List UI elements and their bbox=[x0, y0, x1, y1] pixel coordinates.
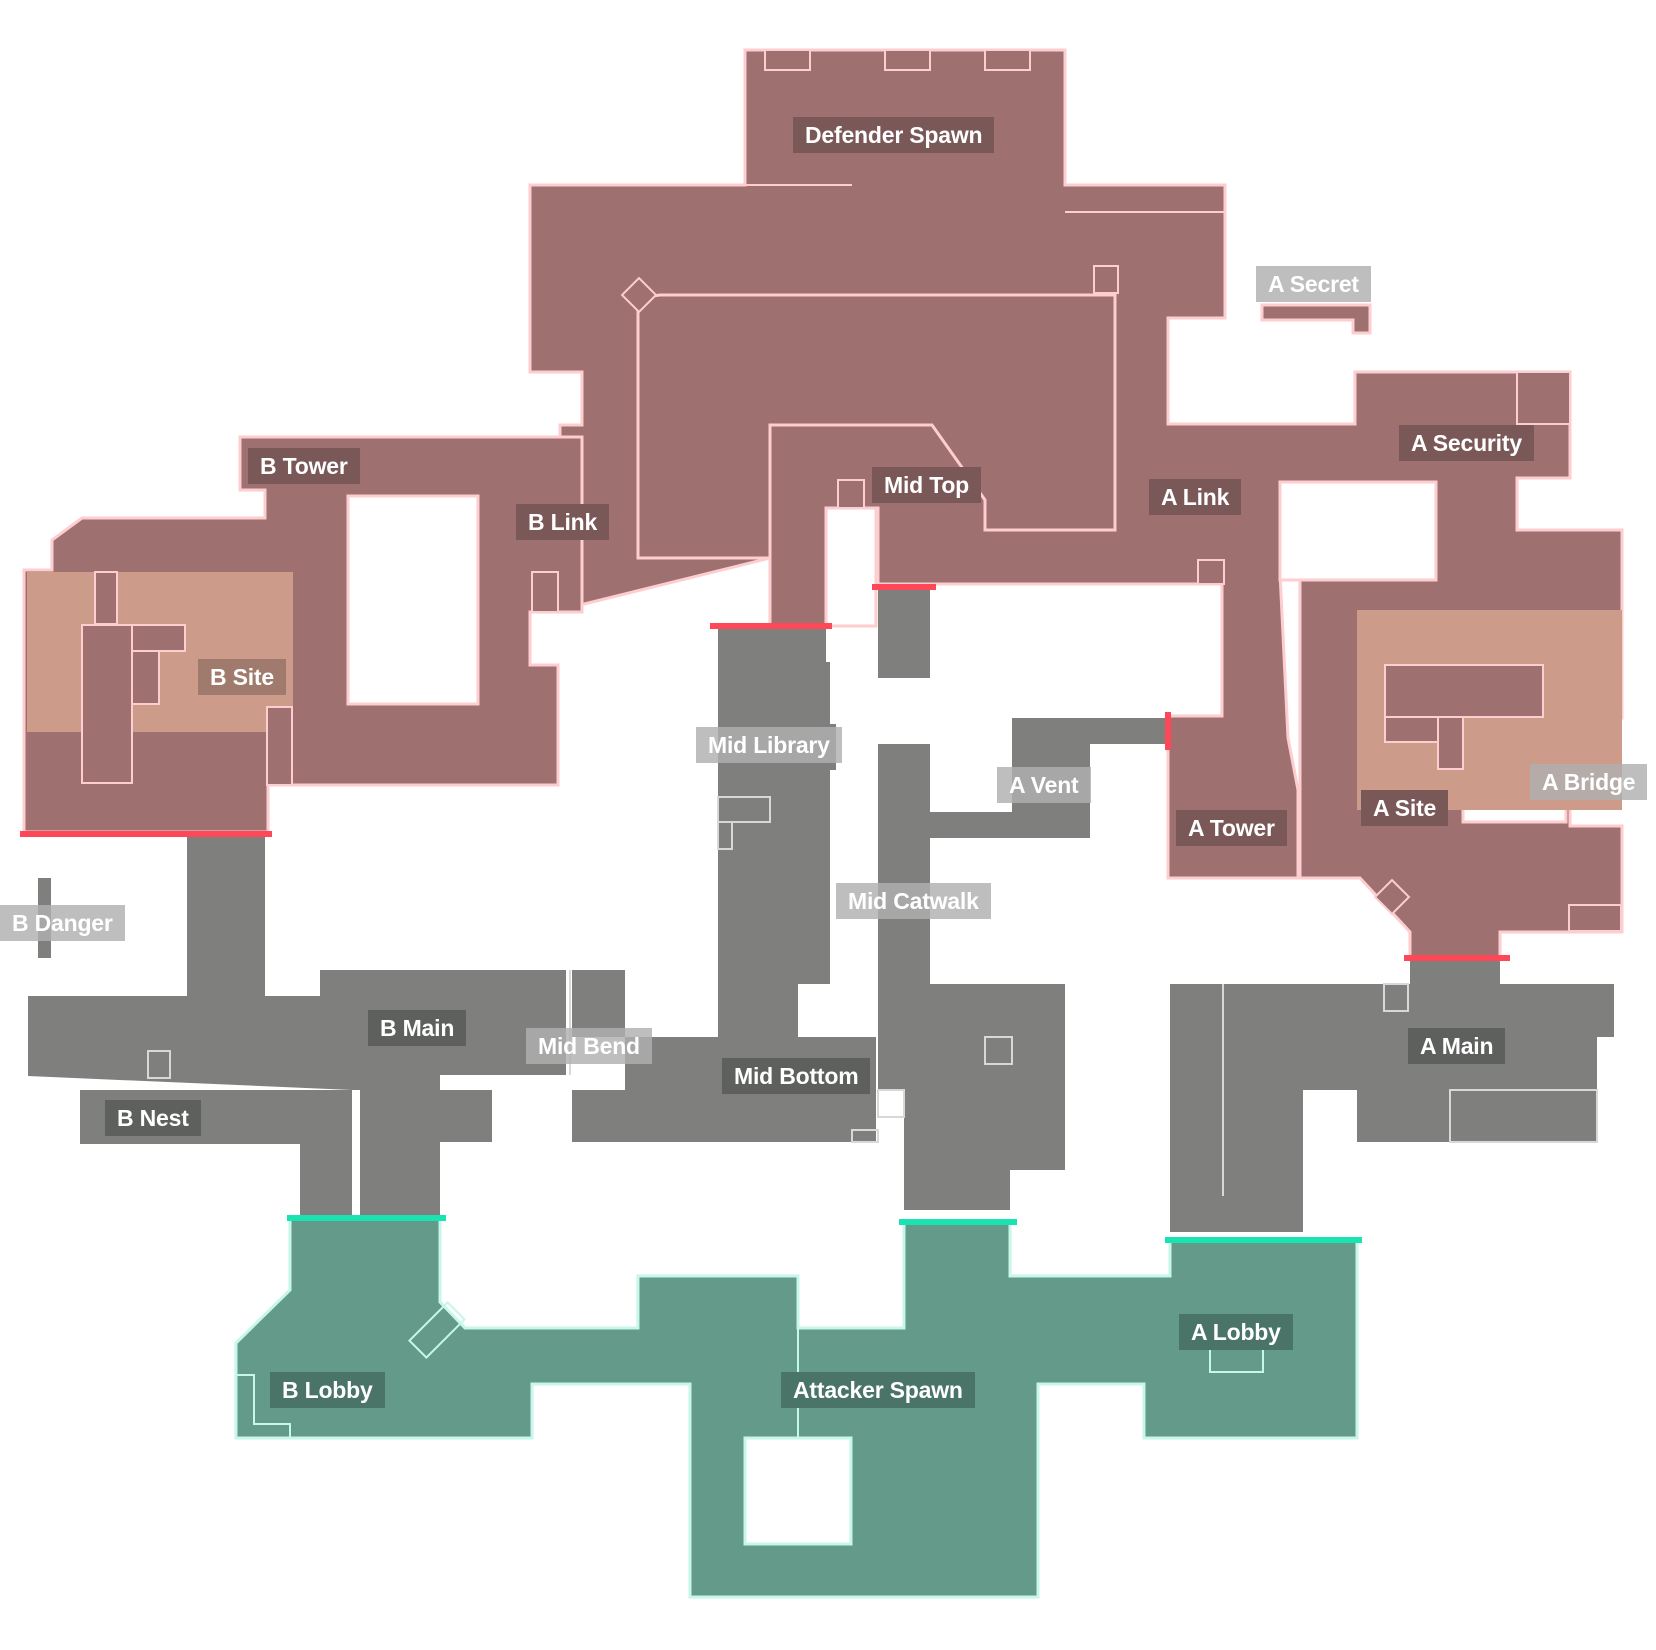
callout-a-lobby: A Lobby bbox=[1179, 1314, 1293, 1350]
mid-bottom-box bbox=[877, 1089, 905, 1118]
callout-b-site: B Site bbox=[198, 659, 286, 695]
b-site-box bbox=[131, 650, 160, 705]
callout-a-link: A Link bbox=[1149, 479, 1242, 515]
b-site-box bbox=[131, 624, 186, 652]
b-main-box bbox=[440, 1090, 492, 1142]
callout-b-lobby: B Lobby bbox=[270, 1372, 385, 1408]
a-security-box bbox=[1516, 371, 1571, 425]
callout-a-vent: A Vent bbox=[997, 767, 1091, 803]
callout-a-site: A Site bbox=[1361, 790, 1449, 826]
mid-top-box bbox=[837, 479, 865, 509]
void-mid-top bbox=[824, 506, 878, 628]
mid-top-corridor bbox=[878, 585, 930, 678]
a-site-box bbox=[1384, 716, 1439, 743]
b-main-exit bbox=[360, 1075, 440, 1218]
callout-mid-library: Mid Library bbox=[696, 727, 842, 763]
a-site-box bbox=[1437, 716, 1464, 770]
spawn-box bbox=[984, 49, 1031, 71]
callout-b-danger: B Danger bbox=[0, 905, 125, 941]
callout-b-tower: B Tower bbox=[248, 448, 360, 484]
a-site-box bbox=[1568, 904, 1622, 932]
callout-mid-catwalk: Mid Catwalk bbox=[836, 883, 991, 919]
callout-mid-top: Mid Top bbox=[872, 467, 982, 503]
a-secret-room bbox=[1260, 303, 1372, 335]
b-site-pillar bbox=[94, 571, 118, 625]
spawn-box bbox=[884, 49, 931, 71]
a-site-box bbox=[1384, 664, 1544, 718]
callout-a-bridge: A Bridge bbox=[1530, 764, 1648, 800]
void-b-tower bbox=[346, 494, 480, 706]
callout-mid-bottom: Mid Bottom bbox=[722, 1058, 871, 1094]
callout-b-nest: B Nest bbox=[105, 1100, 201, 1136]
spawn-box bbox=[764, 49, 811, 71]
b-site-box bbox=[266, 706, 293, 786]
b-site-box bbox=[81, 624, 133, 784]
callout-b-main: B Main bbox=[368, 1010, 467, 1046]
void-a-link bbox=[1278, 480, 1438, 582]
corridor-box bbox=[1093, 265, 1119, 294]
callout-a-main: A Main bbox=[1408, 1028, 1506, 1064]
attacker-spawn-void bbox=[743, 1436, 853, 1546]
b-nest-exit bbox=[300, 1090, 352, 1218]
callout-b-link: B Link bbox=[516, 504, 610, 540]
callout-a-tower: A Tower bbox=[1176, 810, 1287, 846]
a-main-area bbox=[1170, 957, 1614, 1232]
callout-a-security: A Security bbox=[1399, 425, 1534, 461]
callout-defender-spawn: Defender Spawn bbox=[793, 117, 995, 153]
b-danger-corridor bbox=[187, 836, 265, 996]
callout-a-secret: A Secret bbox=[1256, 266, 1371, 302]
a-link-box bbox=[1197, 559, 1225, 585]
callout-mid-bend: Mid Bend bbox=[526, 1028, 652, 1064]
b-link-box bbox=[531, 571, 559, 613]
callout-attacker-spawn: Attacker Spawn bbox=[781, 1372, 975, 1408]
